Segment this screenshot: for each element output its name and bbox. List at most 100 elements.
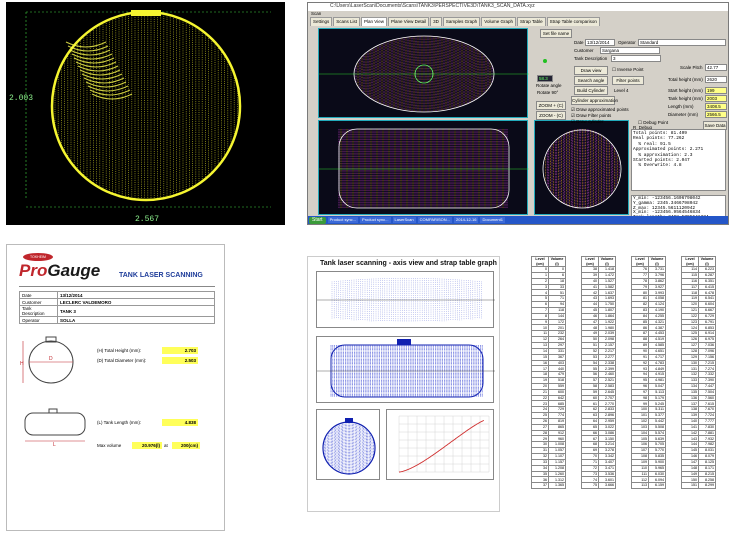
top-axis-view	[316, 271, 495, 328]
level-label: Level 4	[614, 88, 629, 93]
tab-scans-list[interactable]: Scans List	[333, 17, 361, 26]
angle-display: 58.3	[537, 75, 553, 82]
strap-table-page: Level (cm) Volume (l) 0 0 1 6 2 18 3 33 4 51 5 71 6 94 7…	[523, 256, 728, 512]
taskbar-item[interactable]: Product sync...	[327, 217, 359, 223]
table-row: 113 6.159	[631, 482, 666, 490]
end-axis-view	[316, 409, 380, 480]
zoom-in-button[interactable]: ZOOM + (C)	[536, 101, 566, 110]
side-view-outline	[338, 128, 510, 209]
info-key: Tank Description	[19, 305, 58, 317]
info-key: Customer	[19, 298, 58, 306]
volume-cell: 3.666	[598, 482, 616, 490]
side-axis-view	[316, 336, 495, 403]
scan-end-view-panel: 2.003 2.567	[6, 2, 285, 225]
total-diameter-label: (D) Total Diameter (mm):	[97, 358, 147, 363]
tab-3d[interactable]: 3D	[430, 17, 442, 26]
top-axis-plot	[317, 278, 495, 322]
max-volume-level: 200(cm)	[172, 442, 200, 449]
width-dimension-label: 2.567	[135, 215, 160, 224]
info-row: Customer LECLERC VALDEMORO	[19, 298, 215, 306]
end-axis-hatch	[345, 418, 353, 423]
end-axis-plot	[322, 418, 376, 475]
axis-view-report-page: Tank laser scanning - axis view and stra…	[307, 256, 500, 512]
report-divider	[19, 286, 215, 287]
tokheim-logo: TOKHEIM	[23, 253, 53, 261]
total-height-field[interactable]: 2620	[705, 76, 727, 83]
tab-plane-view-detail[interactable]: Plane View Detail	[387, 17, 430, 26]
tab-volume-graph[interactable]: Volume Graph	[481, 17, 516, 26]
side-axis-hatch	[397, 339, 411, 345]
report-info-table: Date 13/12/2014 Customer LECLERC VALDEMORO T…	[19, 291, 215, 324]
inverse-point-checkbox[interactable]: ☐ Inverse Point	[612, 67, 644, 73]
filter-points-button[interactable]: Filter points	[612, 76, 644, 85]
max-volume-value: 20.976(l)	[132, 442, 162, 449]
side-view-canvas[interactable]	[318, 120, 529, 215]
taskbar-item[interactable]: Document1	[480, 217, 505, 223]
vertical-scan-lines	[54, 12, 238, 200]
tank-end-diagram: H D	[20, 336, 74, 384]
total-height-label: Total height (mm)	[668, 77, 703, 82]
volume-cell: 1.365	[548, 482, 566, 490]
tab-strap-table-comparison[interactable]: Strap Table comparison	[546, 17, 600, 26]
taskbar-item[interactable]: LaserScan	[392, 217, 416, 223]
end-axis-outline	[322, 421, 376, 475]
tank-length-label: (L) Tank Length (mm):	[97, 420, 142, 425]
set-file-name-button[interactable]: Set file name	[540, 29, 572, 38]
volume-cell: 6.159	[648, 482, 666, 490]
end-view-canvas[interactable]	[534, 120, 629, 215]
taskbar-item[interactable]: Product sync...	[360, 217, 391, 223]
start-button[interactable]: Start	[309, 216, 326, 224]
tank-description-field[interactable]: 3	[611, 55, 661, 62]
build-cylinder-button[interactable]: Build Cylinder	[574, 86, 608, 95]
tank-height-field[interactable]: 2003	[705, 95, 727, 102]
total-height-value: 2.703	[162, 347, 198, 354]
date-label: Date	[574, 40, 584, 45]
customer-field[interactable]: Sargana	[600, 47, 660, 54]
date-field[interactable]: 13/12/2014	[585, 39, 615, 46]
tank-hatch	[131, 10, 161, 16]
rotate-label[interactable]: Rotate 90°	[537, 90, 558, 95]
volume-curve-plot	[398, 415, 490, 473]
progauge-logo: ProGauge	[19, 261, 101, 280]
tab-plan-view[interactable]: Plan View	[361, 17, 387, 26]
window-title: C:\Users\LaserScan\Documents\Scans\TANK3…	[308, 3, 728, 11]
tab-settings[interactable]: Settings	[310, 17, 333, 26]
diameter-field[interactable]: 2566.5	[705, 111, 727, 118]
level-cell: 113	[631, 482, 649, 490]
rotate-angle-label: Rotate angle	[536, 83, 562, 88]
taskbar-item[interactable]: 2014-12-16	[454, 217, 479, 223]
windows-taskbar: Start Product sync... Product sync... Laser…	[308, 216, 728, 224]
total-height-label: (H) Total Height (mm):	[97, 348, 142, 353]
scale-pitch-field[interactable]: 42.77	[705, 64, 727, 71]
volume-cell: 8.299	[698, 482, 716, 490]
strap-header: Volume (l)	[598, 256, 616, 267]
strap-header: Volume (l)	[698, 256, 716, 267]
end-view-plot	[542, 129, 622, 209]
start-height-field[interactable]: 199	[705, 87, 727, 94]
strap-table-column: Level (cm) Volume (l) 0 0 1 6 2 18 3 33 4 51 5 71 6 94 7…	[531, 256, 566, 490]
dim-h-label: H	[20, 361, 24, 367]
tab-strap-table[interactable]: Strap Table	[516, 17, 546, 26]
info-value: LECLERC VALDEMORO	[57, 298, 215, 306]
tab-samples-graph[interactable]: Samples Graph	[442, 17, 481, 26]
zoom-out-button[interactable]: ZOOM - (C)	[536, 111, 566, 120]
info-value: SOLLA	[57, 316, 215, 324]
taskbar-item[interactable]: COMPARISON...	[417, 217, 452, 223]
draw-cylinder-checkbox[interactable]: ☑ Draw cylinder	[571, 119, 604, 125]
diameter-label: Diameter (mm)	[668, 112, 698, 117]
side-view-plot	[319, 128, 529, 209]
top-view-canvas[interactable]	[318, 28, 529, 118]
tank-height-label: Tank height (mm)	[668, 96, 703, 101]
level-cell: 151	[681, 482, 699, 490]
info-value: TANK 3	[57, 305, 215, 317]
draw-view-button[interactable]: Draw view	[574, 66, 608, 75]
operator-field[interactable]: Standard	[638, 39, 726, 46]
cylinder-approximation-button[interactable]: Cylinder approximation	[571, 96, 618, 105]
tank-description-label: Tank Description	[574, 56, 608, 61]
info-row: Tank Description TANK 3	[19, 305, 215, 317]
scan-statistics-text: Total points: 81.409 Real points: 77.262…	[631, 129, 726, 191]
level-cell: 75	[581, 482, 599, 490]
height-dimension-label: 2.003	[9, 94, 34, 103]
search-angle-button[interactable]: Search angle	[574, 76, 608, 85]
length-field[interactable]: 3408.5	[705, 103, 727, 110]
